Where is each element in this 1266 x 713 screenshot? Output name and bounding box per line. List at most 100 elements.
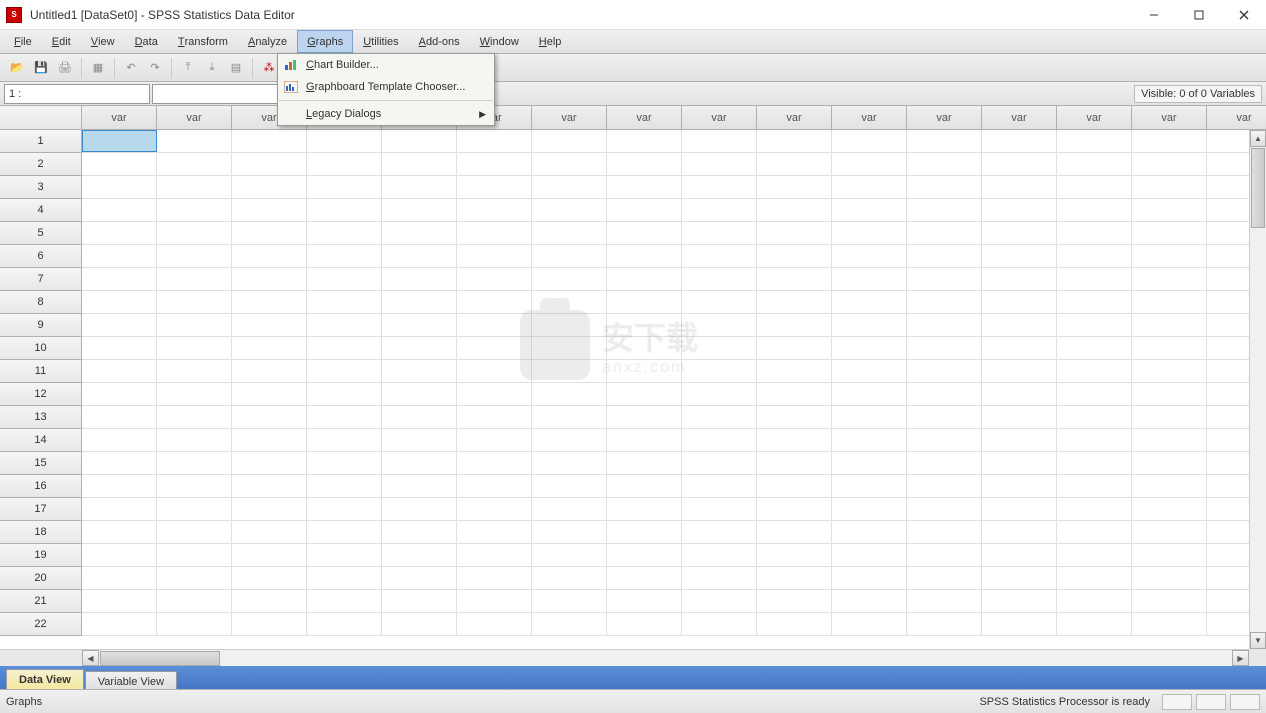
row-header[interactable]: 16: [0, 475, 82, 498]
cell[interactable]: [532, 153, 607, 175]
column-header[interactable]: var: [982, 106, 1057, 129]
cell[interactable]: [82, 245, 157, 267]
cell[interactable]: [82, 567, 157, 589]
cell[interactable]: [907, 176, 982, 198]
cell[interactable]: [382, 199, 457, 221]
cell[interactable]: [907, 383, 982, 405]
cell[interactable]: [307, 314, 382, 336]
cell[interactable]: [1057, 383, 1132, 405]
cell[interactable]: [757, 245, 832, 267]
cell[interactable]: [1207, 291, 1249, 313]
cell[interactable]: [532, 406, 607, 428]
cell[interactable]: [532, 291, 607, 313]
cell[interactable]: [307, 222, 382, 244]
cell[interactable]: [307, 452, 382, 474]
cell[interactable]: [907, 360, 982, 382]
cell[interactable]: [682, 429, 757, 451]
cell[interactable]: [532, 429, 607, 451]
cell[interactable]: [607, 268, 682, 290]
row-header[interactable]: 21: [0, 590, 82, 613]
cell[interactable]: [1057, 590, 1132, 612]
cell[interactable]: [682, 268, 757, 290]
menu-help[interactable]: Help: [529, 30, 572, 53]
row-header[interactable]: 14: [0, 429, 82, 452]
minimize-button[interactable]: [1131, 0, 1176, 29]
menu-analyze[interactable]: Analyze: [238, 30, 297, 53]
cell[interactable]: [382, 337, 457, 359]
cell[interactable]: [832, 590, 907, 612]
cell[interactable]: [157, 337, 232, 359]
cell[interactable]: [1057, 314, 1132, 336]
cell[interactable]: [907, 314, 982, 336]
cell[interactable]: [1057, 360, 1132, 382]
hscroll-thumb[interactable]: [100, 651, 220, 666]
cell[interactable]: [457, 544, 532, 566]
cell[interactable]: [907, 613, 982, 635]
cell[interactable]: [157, 268, 232, 290]
menu-graphs[interactable]: Graphs: [297, 30, 353, 53]
cell[interactable]: [157, 360, 232, 382]
cell[interactable]: [1057, 498, 1132, 520]
cell[interactable]: [682, 544, 757, 566]
cell[interactable]: [832, 245, 907, 267]
column-header[interactable]: var: [82, 106, 157, 129]
cell[interactable]: [457, 222, 532, 244]
cell[interactable]: [682, 406, 757, 428]
cell[interactable]: [757, 429, 832, 451]
cell[interactable]: [757, 406, 832, 428]
row-header[interactable]: 17: [0, 498, 82, 521]
cell[interactable]: [907, 590, 982, 612]
cell[interactable]: [307, 590, 382, 612]
cell[interactable]: [157, 613, 232, 635]
cell[interactable]: [382, 268, 457, 290]
undo-button[interactable]: ↶: [120, 57, 142, 79]
row-header[interactable]: 19: [0, 544, 82, 567]
cell[interactable]: [757, 475, 832, 497]
cell[interactable]: [82, 475, 157, 497]
cell[interactable]: [832, 544, 907, 566]
cell[interactable]: [982, 521, 1057, 543]
cell[interactable]: [907, 222, 982, 244]
cell[interactable]: [382, 314, 457, 336]
cell[interactable]: [532, 314, 607, 336]
cell[interactable]: [907, 544, 982, 566]
menu-file[interactable]: File: [4, 30, 42, 53]
cell[interactable]: [757, 199, 832, 221]
cell[interactable]: [82, 429, 157, 451]
cell[interactable]: [1207, 498, 1249, 520]
cell[interactable]: [382, 498, 457, 520]
cell[interactable]: [232, 406, 307, 428]
cell[interactable]: [157, 383, 232, 405]
cell[interactable]: [982, 452, 1057, 474]
row-header[interactable]: 1: [0, 130, 82, 153]
cell[interactable]: [1057, 199, 1132, 221]
cell[interactable]: [232, 521, 307, 543]
row-header[interactable]: 9: [0, 314, 82, 337]
cell[interactable]: [532, 337, 607, 359]
cell[interactable]: [1132, 337, 1207, 359]
row-header[interactable]: 13: [0, 406, 82, 429]
cell[interactable]: [157, 199, 232, 221]
row-header[interactable]: 8: [0, 291, 82, 314]
cell[interactable]: [532, 590, 607, 612]
cell[interactable]: [457, 567, 532, 589]
cell[interactable]: [682, 130, 757, 152]
grid-corner[interactable]: [0, 106, 82, 129]
cell[interactable]: [457, 521, 532, 543]
cell[interactable]: [832, 130, 907, 152]
cell[interactable]: [982, 429, 1057, 451]
cell[interactable]: [457, 498, 532, 520]
cell[interactable]: [382, 406, 457, 428]
cell[interactable]: [907, 567, 982, 589]
column-header[interactable]: var: [532, 106, 607, 129]
row-header[interactable]: 5: [0, 222, 82, 245]
variables-button[interactable]: ▤: [225, 57, 247, 79]
cell[interactable]: [607, 475, 682, 497]
menu-data[interactable]: Data: [125, 30, 168, 53]
cell[interactable]: [1132, 544, 1207, 566]
cell[interactable]: [457, 383, 532, 405]
cell[interactable]: [157, 544, 232, 566]
cell[interactable]: [907, 406, 982, 428]
cell[interactable]: [82, 153, 157, 175]
column-header[interactable]: var: [1207, 106, 1266, 129]
